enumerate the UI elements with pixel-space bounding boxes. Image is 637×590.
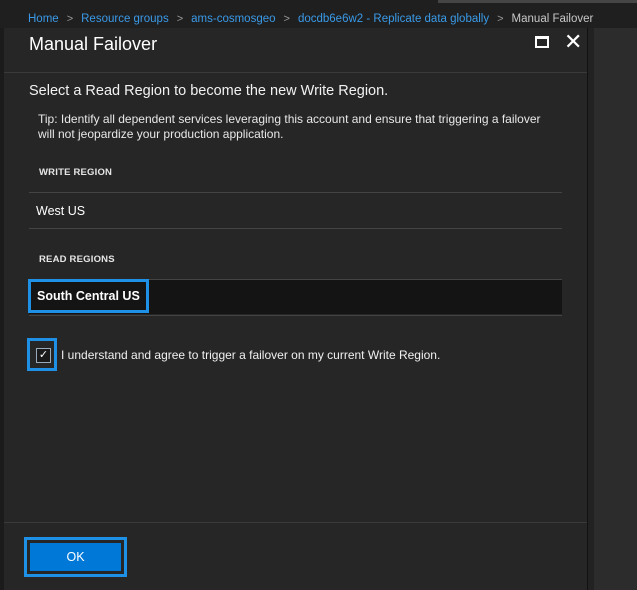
manual-failover-blade: Manual Failover ✕ Select a Read Region t…	[4, 28, 588, 590]
breadcrumb: Home > Resource groups > ams-cosmosgeo > docdb…	[28, 12, 593, 26]
maximize-icon[interactable]	[535, 36, 549, 48]
agree-checkbox[interactable]: ✓	[36, 348, 51, 363]
chevron-right-icon: >	[283, 13, 290, 25]
breadcrumb-resource-groups[interactable]: Resource groups	[81, 13, 169, 25]
breadcrumb-replicate[interactable]: docdb6e6w2 - Replicate data globally	[298, 13, 489, 25]
agree-checkbox-highlight[interactable]: ✓	[27, 338, 57, 371]
background-panel	[588, 28, 637, 590]
checkmark-icon: ✓	[38, 349, 49, 361]
chevron-right-icon: >	[66, 13, 74, 25]
header-divider	[4, 72, 587, 73]
write-region-row: West US	[29, 193, 562, 227]
intro-text: Select a Read Region to become the new W…	[29, 83, 389, 99]
read-region-option[interactable]: South Central US	[28, 279, 149, 313]
breadcrumb-home[interactable]: Home	[28, 13, 59, 25]
read-region-row[interactable]: South Central US	[28, 279, 562, 314]
write-region-value: West US	[36, 204, 86, 218]
agree-label[interactable]: I understand and agree to trigger a fail…	[61, 348, 440, 362]
divider	[29, 315, 562, 316]
panel-edge	[588, 28, 594, 590]
ok-button[interactable]: OK	[30, 543, 121, 571]
top-bar-accent	[438, 0, 637, 3]
breadcrumb-resource-group[interactable]: ams-cosmosgeo	[191, 13, 275, 25]
close-icon[interactable]: ✕	[564, 31, 582, 53]
footer-divider	[4, 522, 587, 523]
breadcrumb-current: Manual Failover	[511, 13, 594, 25]
tip-text: Tip: Identify all dependent services lev…	[38, 112, 541, 141]
chevron-right-icon: >	[497, 13, 504, 25]
read-regions-label: READ REGIONS	[39, 254, 115, 265]
write-region-label: WRITE REGION	[39, 167, 113, 178]
chevron-right-icon: >	[176, 13, 184, 25]
blade-title: Manual Failover	[29, 34, 158, 54]
ok-button-highlight: OK	[24, 537, 127, 577]
divider	[29, 228, 562, 229]
